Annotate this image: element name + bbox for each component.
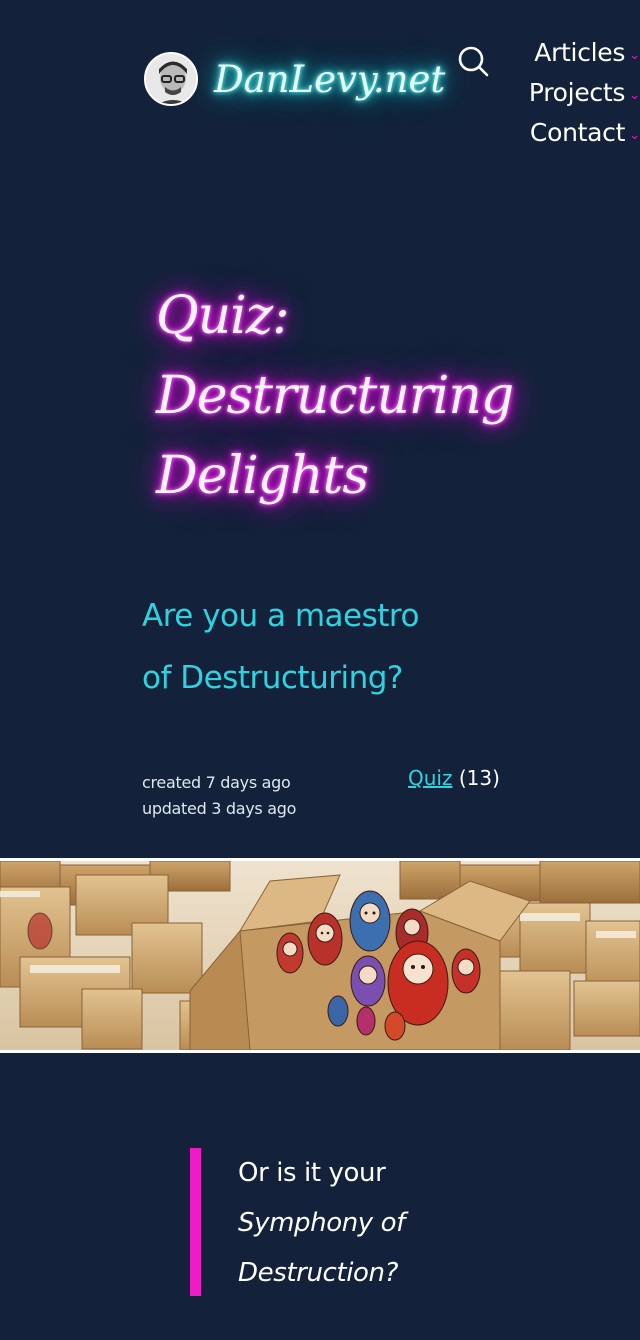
hero-image: [0, 858, 640, 1053]
subtitle-line: of Destructuring?: [142, 660, 403, 696]
created-date: created 7 days ago: [142, 773, 291, 792]
chevron-down-icon: ⌄: [629, 47, 640, 63]
title-line: Delights: [156, 446, 369, 506]
avatar: [144, 52, 198, 106]
search-button[interactable]: [455, 43, 491, 79]
site-header: DanLevy.net Articles ⌄ Projects ⌄ Contac…: [0, 0, 640, 170]
tag-link-quiz[interactable]: Quiz: [408, 766, 452, 790]
hero-illustration: [0, 861, 640, 1050]
quote-line: Destruction?: [238, 1248, 590, 1298]
title-line: Quiz:: [156, 286, 290, 346]
quote-emphasis: Symphony of: [238, 1208, 405, 1238]
pull-quote: Or is it your Symphony of Destruction?: [190, 1148, 590, 1296]
subtitle-line: Are you a maestro: [142, 598, 419, 634]
quote-line: Or is it your: [238, 1158, 386, 1188]
chevron-down-icon: ⌄: [629, 127, 640, 143]
nav-item-label: Articles: [534, 37, 626, 67]
quote-line: Symphony of: [238, 1198, 590, 1248]
page-title: Quiz: Destructuring Delights: [156, 276, 616, 516]
avatar-photo-icon: [146, 54, 196, 104]
nav-item-articles[interactable]: Articles ⌄: [508, 32, 640, 72]
site-name: DanLevy.net: [214, 57, 446, 101]
nav-item-contact[interactable]: Contact ⌄: [508, 112, 640, 152]
main-nav: Articles ⌄ Projects ⌄ Contact ⌄: [508, 32, 640, 152]
site-logo-link[interactable]: DanLevy.net: [144, 52, 445, 106]
title-line: Destructuring: [156, 366, 514, 426]
nav-item-label: Projects: [528, 77, 626, 107]
nav-item-projects[interactable]: Projects ⌄: [508, 72, 640, 112]
post-dates: created 7 days ago updated 3 days ago: [142, 770, 296, 822]
tag-count: (13): [458, 766, 500, 790]
page: DanLevy.net Articles ⌄ Projects ⌄ Contac…: [0, 0, 640, 1340]
post-tag: Quiz (13): [408, 766, 500, 790]
search-icon: [458, 46, 489, 77]
nav-item-label: Contact: [529, 117, 626, 147]
updated-date: updated 3 days ago: [142, 799, 297, 818]
chevron-down-icon: ⌄: [629, 87, 640, 103]
page-subtitle: Are you a maestro of Destructuring?: [142, 585, 542, 709]
quote-emphasis: Destruction?: [238, 1258, 399, 1288]
